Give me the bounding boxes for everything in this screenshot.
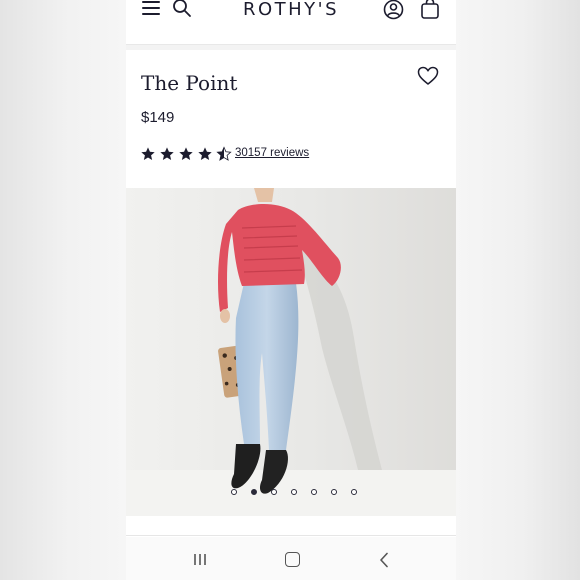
star-full-icon — [198, 147, 212, 160]
carousel-dot-active[interactable] — [251, 489, 257, 495]
star-full-icon — [160, 147, 174, 160]
recent-apps-icon[interactable] — [193, 553, 207, 566]
shopping-bag-icon[interactable] — [420, 0, 440, 20]
reviews-link[interactable]: 30157 reviews — [235, 147, 309, 159]
heart-outline-icon[interactable] — [417, 66, 439, 86]
image-carousel-dots — [126, 489, 456, 495]
home-icon[interactable] — [285, 552, 300, 567]
header-divider — [126, 45, 456, 50]
section-divider — [126, 535, 456, 536]
star-full-icon — [141, 147, 155, 160]
site-header: ROTHY'S — [126, 0, 456, 45]
carousel-dot[interactable] — [311, 489, 317, 495]
back-icon[interactable] — [379, 552, 389, 568]
phone-screen: ROTHY'S The Point $149 30157 reviews — [126, 0, 456, 580]
carousel-dot[interactable] — [331, 489, 337, 495]
brand-logo[interactable]: ROTHY'S — [126, 0, 456, 20]
carousel-dot[interactable] — [351, 489, 357, 495]
carousel-dot[interactable] — [291, 489, 297, 495]
carousel-dot[interactable] — [231, 489, 237, 495]
star-full-icon — [179, 147, 193, 160]
system-nav-bar — [126, 537, 456, 580]
product-image[interactable] — [126, 188, 456, 516]
rating-stars — [140, 146, 232, 162]
star-half-icon — [216, 146, 232, 161]
carousel-dot[interactable] — [271, 489, 277, 495]
product-price: $149 — [141, 109, 175, 126]
product-title: The Point — [141, 71, 238, 95]
account-icon[interactable] — [383, 0, 404, 20]
